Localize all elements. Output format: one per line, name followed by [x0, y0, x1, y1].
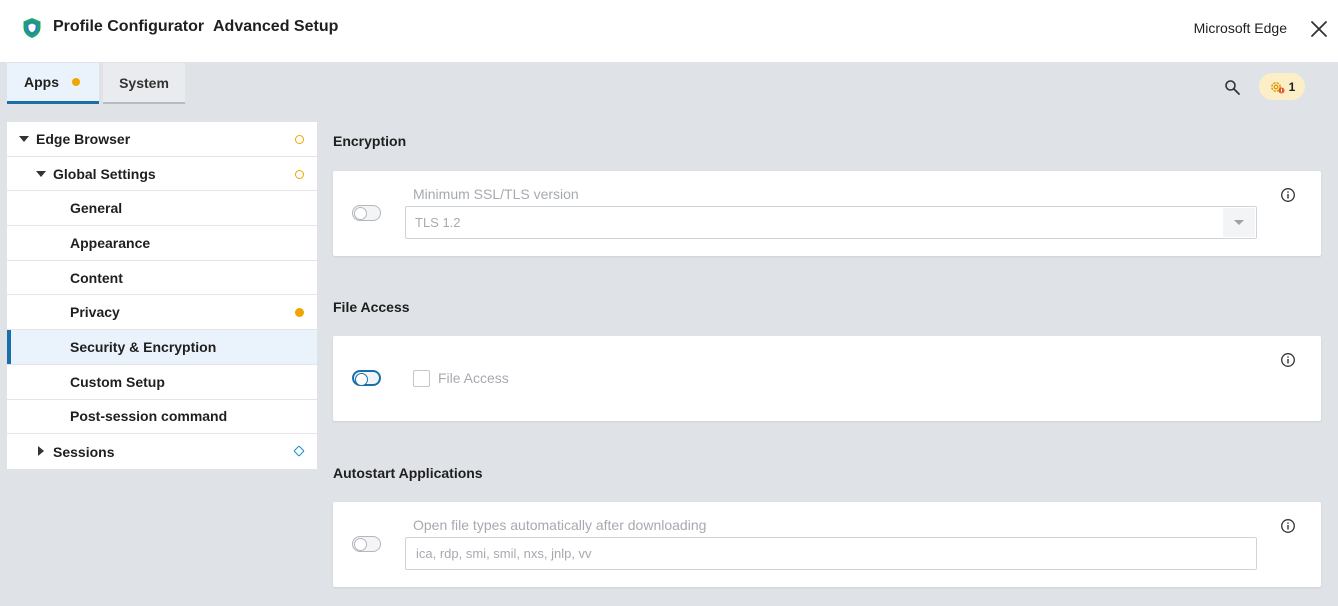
search-icon[interactable]: [1224, 79, 1241, 96]
close-icon[interactable]: [1308, 18, 1330, 40]
chevron-down-icon[interactable]: [36, 170, 46, 177]
tab-label: Apps: [24, 74, 59, 90]
autostart-card: Open file types automatically after down…: [333, 502, 1321, 587]
file-types-label: Open file types automatically after down…: [413, 517, 707, 533]
app-header: Profile Configurator Advanced Setup Micr…: [0, 0, 1338, 62]
info-icon[interactable]: [1280, 352, 1296, 368]
info-icon[interactable]: [1280, 518, 1296, 534]
info-icon[interactable]: [1280, 187, 1296, 203]
section-title-autostart: Autostart Applications: [333, 465, 483, 481]
chevron-down-icon[interactable]: [1223, 208, 1255, 237]
sidebar-item-appearance[interactable]: Appearance: [7, 226, 317, 261]
file-access-toggle[interactable]: [352, 370, 381, 386]
sidebar-item-custom-setup[interactable]: Custom Setup: [7, 365, 317, 400]
sidebar-item-label: Appearance: [70, 234, 151, 251]
browser-name: Microsoft Edge: [1193, 20, 1287, 36]
encryption-card: Minimum SSL/TLS version TLS 1.2: [333, 171, 1321, 256]
sidebar-item-label: Security & Encryption: [70, 338, 217, 355]
selected-value: TLS 1.2: [415, 215, 461, 230]
diamond-indicator: [293, 445, 305, 457]
notification-count: 1: [1288, 79, 1296, 94]
file-access-checkbox[interactable]: [413, 370, 430, 387]
file-types-input[interactable]: [405, 537, 1257, 570]
tab-apps[interactable]: Apps: [7, 63, 99, 104]
sidebar-item-post-session-command[interactable]: Post-session command: [7, 400, 317, 435]
sidebar-item-label: Content: [70, 269, 123, 286]
sidebar-item-label: Privacy: [70, 304, 120, 321]
sidebar-item-global-settings[interactable]: Global Settings: [7, 157, 317, 192]
sidebar-item-content[interactable]: Content: [7, 261, 317, 296]
tab-label: System: [119, 74, 169, 91]
section-title-encryption: Encryption: [333, 133, 407, 149]
tab-system[interactable]: System: [103, 63, 185, 104]
tls-version-select[interactable]: TLS 1.2: [405, 206, 1257, 239]
sidebar-item-label: Post-session command: [70, 408, 228, 425]
chevron-down-icon[interactable]: [19, 136, 29, 142]
tls-version-label: Minimum SSL/TLS version: [413, 186, 579, 202]
sidebar-item-edge-browser[interactable]: Edge Browser: [7, 122, 317, 157]
sidebar-item-sessions[interactable]: Sessions: [7, 434, 317, 469]
warning-dot-indicator: [295, 308, 304, 318]
pending-changes-dot: [72, 78, 80, 86]
settings-tree: Edge Browser Global Settings General App…: [7, 122, 317, 469]
sidebar-item-security-encryption[interactable]: Security & Encryption: [7, 330, 317, 365]
file-access-card: File Access: [333, 336, 1321, 421]
sidebar-item-label: Global Settings: [53, 165, 156, 182]
section-title-file-access: File Access: [333, 299, 410, 315]
sidebar-item-privacy[interactable]: Privacy: [7, 295, 317, 331]
sidebar-item-general[interactable]: General: [7, 191, 317, 227]
sidebar-item-label: General: [70, 200, 123, 217]
gear-alert-icon: [1270, 81, 1285, 93]
app-title: Profile Configurator: [53, 18, 205, 35]
autostart-toggle[interactable]: [352, 536, 381, 552]
shield-logo-icon: [23, 18, 41, 38]
chevron-right-icon[interactable]: [38, 446, 44, 457]
notification-badge[interactable]: 1: [1259, 73, 1305, 100]
warning-ring-indicator: [295, 135, 304, 144]
file-access-checkbox-label: File Access: [438, 370, 509, 386]
sidebar-item-label: Custom Setup: [70, 373, 165, 390]
warning-ring-indicator: [295, 169, 304, 179]
sidebar-item-label: Edge Browser: [36, 130, 131, 147]
sidebar-item-label: Sessions: [53, 443, 115, 460]
encryption-toggle[interactable]: [352, 205, 381, 221]
page-title: Advanced Setup: [213, 18, 339, 35]
